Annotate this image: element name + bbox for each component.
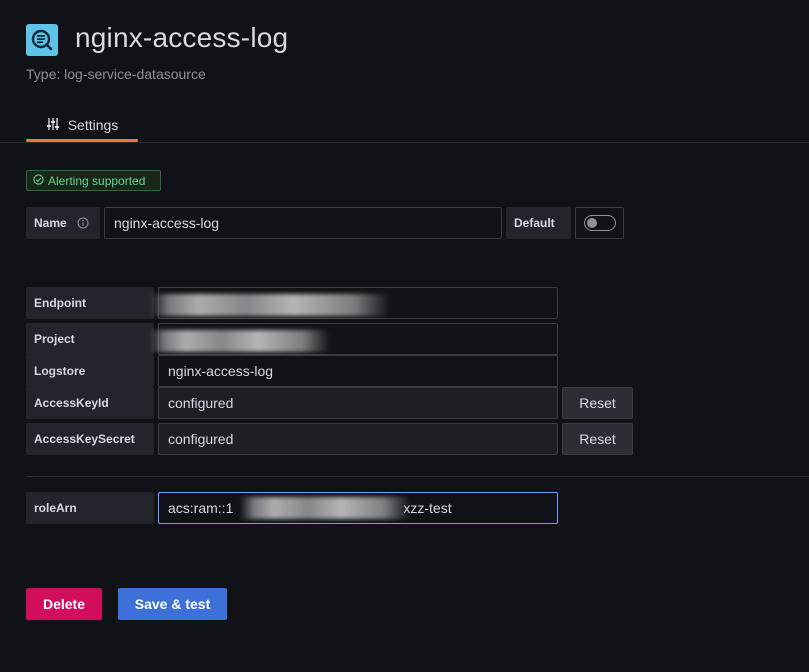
name-label: Name — [26, 207, 100, 239]
access-key-secret-input: configured — [158, 423, 558, 455]
name-input[interactable]: nginx-access-log — [104, 207, 502, 239]
toggle-knob — [586, 218, 597, 228]
logstore-input[interactable]: nginx-access-log — [158, 355, 558, 387]
active-tab-indicator — [26, 139, 138, 142]
default-toggle[interactable] — [583, 215, 616, 231]
logstore-label: Logstore — [26, 355, 154, 387]
redacted-role-arn — [240, 497, 410, 519]
check-circle-icon — [33, 173, 44, 188]
datasource-log-icon — [26, 24, 58, 56]
info-icon[interactable] — [77, 217, 89, 229]
tab-bar: Settings — [0, 108, 809, 143]
sliders-icon — [46, 117, 60, 134]
access-key-id-label: AccessKeyId — [26, 387, 154, 419]
badge-label: Alerting supported — [48, 173, 146, 188]
role-arn-value-suffix: xzz-test — [403, 500, 452, 516]
tab-settings[interactable]: Settings — [26, 108, 138, 142]
page-subtitle: Type: log-service-datasource — [26, 66, 206, 82]
access-key-id-reset-button[interactable]: Reset — [562, 387, 633, 419]
section-divider — [26, 476, 809, 477]
access-key-id-input: configured — [158, 387, 558, 419]
page-title: nginx-access-log — [75, 22, 289, 53]
default-toggle-wrapper — [575, 207, 624, 239]
alerting-supported-badge: Alerting supported — [26, 170, 161, 191]
role-arn-value-prefix: acs:ram::1 — [168, 500, 234, 516]
access-key-secret-reset-button[interactable]: Reset — [562, 423, 633, 455]
save-and-test-button[interactable]: Save & test — [118, 588, 227, 620]
tab-settings-label: Settings — [67, 117, 119, 133]
endpoint-label: Endpoint — [26, 287, 154, 319]
default-label: Default — [506, 207, 571, 239]
delete-button[interactable]: Delete — [26, 588, 102, 620]
access-key-secret-label: AccessKeySecret — [26, 423, 154, 455]
redacted-project — [150, 330, 330, 352]
redacted-endpoint — [150, 294, 390, 316]
role-arn-label: roleArn — [26, 492, 154, 524]
project-label: Project — [26, 323, 154, 355]
